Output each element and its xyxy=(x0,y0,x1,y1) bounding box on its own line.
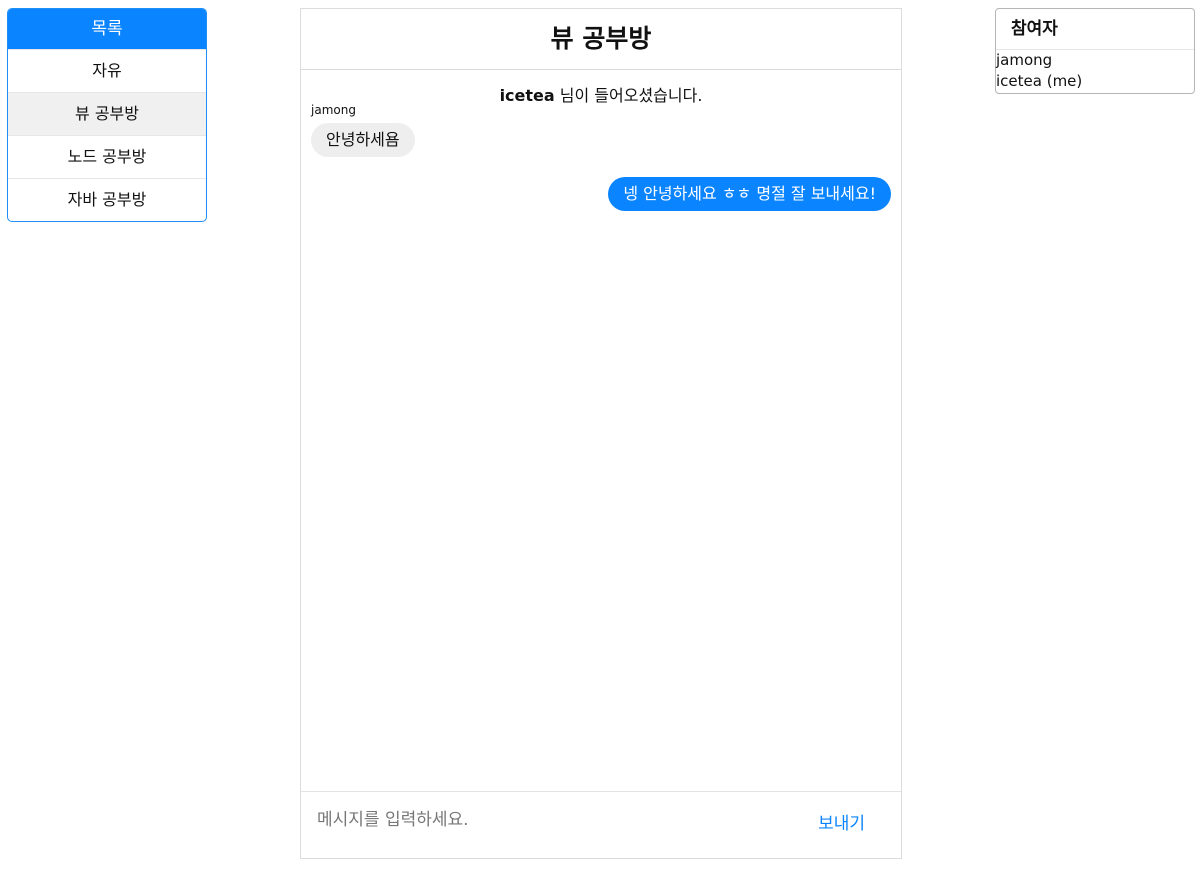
room-list: 목록 자유 뷰 공부방 노드 공부방 자바 공부방 xyxy=(7,8,207,222)
chat-room-title: 뷰 공부방 xyxy=(301,9,901,70)
message-bubble-mine: 넹 안녕하세요 ㅎㅎ 명절 잘 보내세요! xyxy=(608,177,891,211)
system-message-text: 님이 들어오셨습니다. xyxy=(559,86,703,105)
room-item-java-study[interactable]: 자바 공부방 xyxy=(8,178,206,221)
system-message: icetea 님이 들어오셨습니다. xyxy=(301,82,901,106)
message-composer: 보내기 xyxy=(301,791,901,858)
participants-panel: 참여자 jamong icetea (me) xyxy=(995,8,1195,94)
room-item-free[interactable]: 자유 xyxy=(8,49,206,92)
participants-title: 참여자 xyxy=(996,9,1194,50)
message-sender: jamong xyxy=(311,103,356,117)
participant-item: icetea (me) xyxy=(996,72,1083,90)
message-input[interactable] xyxy=(315,804,799,836)
send-button[interactable]: 보내기 xyxy=(812,808,871,835)
room-item-vue-study[interactable]: 뷰 공부방 xyxy=(8,92,206,135)
chat-app: 목록 자유 뷰 공부방 노드 공부방 자바 공부방 뷰 공부방 icetea 님… xyxy=(0,0,1202,874)
room-item-node-study[interactable]: 노드 공부방 xyxy=(8,135,206,178)
message-bubble-other: 안녕하세욤 xyxy=(311,123,415,157)
chat-panel: 뷰 공부방 icetea 님이 들어오셨습니다. jamong 안녕하세욤 넹 … xyxy=(300,8,902,859)
message-list[interactable]: icetea 님이 들어오셨습니다. jamong 안녕하세욤 넹 안녕하세요 … xyxy=(301,70,901,790)
system-message-user: icetea xyxy=(499,86,555,105)
room-list-header: 목록 xyxy=(8,9,206,49)
participant-item: jamong xyxy=(996,51,1053,69)
